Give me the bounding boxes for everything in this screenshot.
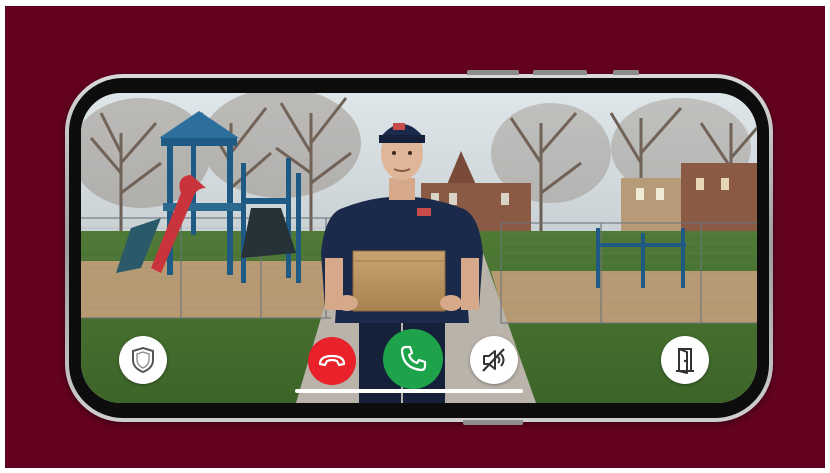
home-indicator[interactable] [295,389,523,393]
volume-down-button [533,70,587,75]
volume-up-button [467,70,519,75]
shield-icon [132,346,154,374]
phone-frame [65,70,773,425]
decline-button[interactable] [308,337,356,385]
phone-screen [81,93,757,403]
bottom-button [463,420,523,425]
playground-sand-right [491,271,757,323]
door-open-icon [676,348,694,374]
background-panel [5,6,825,468]
power-button [613,70,639,75]
open-door-button[interactable] [661,336,709,384]
shield-button[interactable] [119,336,167,384]
mute-button[interactable] [470,336,518,384]
answer-button[interactable] [383,329,443,389]
phone-icon [400,345,427,372]
phone-hangup-icon [318,354,346,367]
speaker-muted-icon [482,348,505,372]
